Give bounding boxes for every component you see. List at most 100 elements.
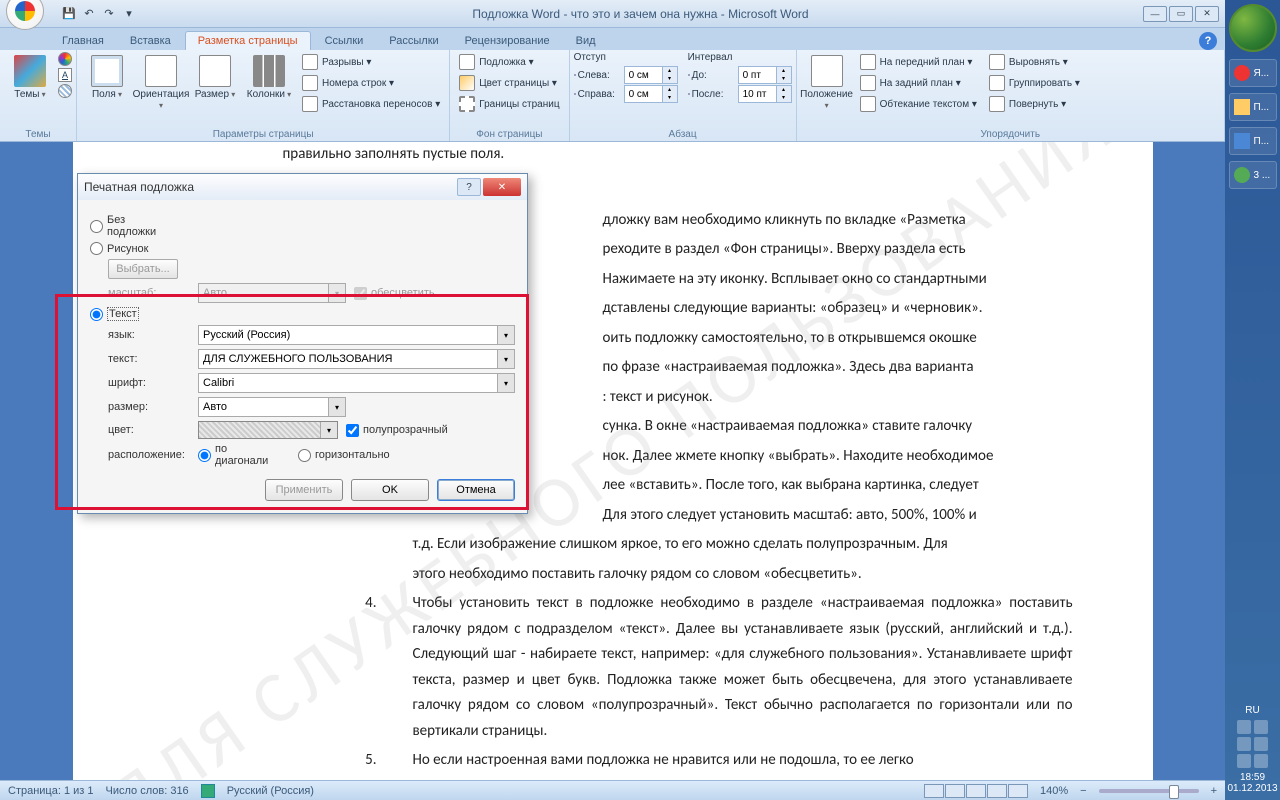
radio-diagonal[interactable]: по диагонали [198,443,280,467]
line-numbers-button[interactable]: Номера строк ▾ [297,73,445,93]
redo-button[interactable]: ↷ [100,5,118,23]
zoom-in-button[interactable]: + [1211,785,1217,797]
page-borders-button[interactable]: Границы страниц [454,94,564,114]
cancel-button[interactable]: Отмена [437,479,515,501]
start-button[interactable] [1229,4,1277,52]
themes-icon [14,55,46,87]
space-after-input[interactable]: 10 пт [738,85,792,103]
watermark-button[interactable]: Подложка ▾ [454,52,564,72]
apply-button[interactable]: Применить [265,479,343,501]
office-button[interactable] [6,0,44,30]
size-combo[interactable]: Авто [198,397,346,417]
dialog-titlebar[interactable]: Печатная подложка ? ✕ [78,174,527,200]
watermark-icon [459,54,475,70]
taskbar-item[interactable]: П... [1229,93,1277,121]
undo-button[interactable]: ↶ [80,5,98,23]
hyphenation-button[interactable]: Расстановка переносов ▾ [297,94,445,114]
taskbar-item[interactable]: 3 ... [1229,161,1277,189]
save-button[interactable]: 💾 [60,5,78,23]
text-wrap-button[interactable]: Обтекание текстом ▾ [855,94,982,114]
tab-references[interactable]: Ссылки [313,32,376,50]
bring-front-button[interactable]: На передний план ▾ [855,52,982,72]
minimize-button[interactable]: — [1143,6,1167,22]
zoom-out-button[interactable]: − [1080,785,1086,797]
taskbar-item-label: Я... [1254,68,1270,79]
status-page[interactable]: Страница: 1 из 1 [8,785,94,797]
back-icon [860,75,876,91]
btn-label: Колонки [247,89,291,100]
color-combo[interactable] [198,421,338,439]
tab-view[interactable]: Вид [564,32,608,50]
theme-fonts-button[interactable] [58,68,72,82]
zoom-slider[interactable] [1099,789,1199,793]
doc-text: 4.Чтобы установить текст в подложке необ… [413,591,1073,744]
taskbar-language[interactable]: RU [1245,705,1259,716]
size-label: размер: [108,401,190,413]
proofing-icon[interactable] [201,784,215,798]
dialog-close-button[interactable]: ✕ [483,178,521,196]
btn-label: Поля [92,89,122,100]
ok-button[interactable]: OK [351,479,429,501]
theme-effects-button[interactable] [58,84,72,98]
semitransparent-checkbox[interactable]: полупрозрачный [346,424,428,437]
margins-button[interactable]: Поля [81,52,133,103]
group-page-setup: Поля Ориентация Размер Колонки Разрывы ▾… [77,50,450,141]
tab-mailings[interactable]: Рассылки [377,32,450,50]
page-color-button[interactable]: Цвет страницы ▾ [454,73,564,93]
btn-label: Группировать ▾ [1009,78,1080,89]
breaks-button[interactable]: Разрывы ▾ [297,52,445,72]
btn-label: Ориентация [133,89,190,111]
group-themes: Темы Темы [0,50,77,141]
orientation-icon [145,55,177,87]
qat-more-button[interactable]: ▾ [120,5,138,23]
columns-button[interactable]: Колонки [243,52,295,103]
maximize-button[interactable]: ▭ [1169,6,1193,22]
status-bar: Страница: 1 из 1 Число слов: 316 Русский… [0,780,1225,800]
indent-right-input[interactable]: 0 см [624,85,678,103]
indent-left-input[interactable]: 0 см [624,66,678,84]
tab-review[interactable]: Рецензирование [453,32,562,50]
radio-picture[interactable]: Рисунок [90,242,172,255]
taskbar-item[interactable]: П... [1229,127,1277,155]
tab-insert[interactable]: Вставка [118,32,183,50]
scale-combo: Авто [198,283,346,303]
btn-label: Разрывы ▾ [322,57,371,68]
align-button[interactable]: Выровнять ▾ [984,52,1085,72]
doc-text: 5.Но если настроенная вами подложка не н… [413,748,1073,774]
group-paragraph: Отступ Слева:0 см Справа:0 см Интервал Д… [570,50,797,141]
yandex-icon [1234,65,1250,81]
status-word-count[interactable]: Число слов: 316 [106,785,189,797]
status-language[interactable]: Русский (Россия) [227,785,314,797]
radio-text[interactable]: Текст [90,307,172,321]
theme-colors-button[interactable] [58,52,72,66]
field-label: Справа: [578,89,622,100]
themes-button[interactable]: Темы [4,52,56,103]
tab-page-layout[interactable]: Разметка страницы [185,31,311,50]
clock-date: 01.12.2013 [1227,783,1277,794]
close-button[interactable]: ✕ [1195,6,1219,22]
system-tray[interactable] [1225,716,1280,772]
dialog-help-button[interactable]: ? [457,178,481,196]
send-back-button[interactable]: На задний план ▾ [855,73,982,93]
select-picture-button[interactable]: Выбрать... [108,259,178,279]
zoom-level[interactable]: 140% [1040,785,1068,797]
language-combo[interactable]: Русский (Россия) [198,325,515,345]
group-button[interactable]: Группировать ▾ [984,73,1085,93]
text-combo[interactable]: ДЛЯ СЛУЖЕБНОГО ПОЛЬЗОВАНИЯ [198,349,515,369]
taskbar-clock[interactable]: 18:59 01.12.2013 [1227,772,1277,800]
doc-text: по фразе «настраиваемая подложка». Здесь… [603,355,1073,381]
size-button[interactable]: Размер [189,52,241,103]
radio-horizontal[interactable]: горизонтально [298,449,380,462]
tab-home[interactable]: Главная [50,32,116,50]
btn-label: Номера строк ▾ [322,78,394,89]
font-combo[interactable]: Calibri [198,373,515,393]
space-before-input[interactable]: 0 пт [738,66,792,84]
view-buttons[interactable] [924,784,1028,798]
position-button[interactable]: Положение [801,52,853,114]
help-button[interactable]: ? [1199,32,1217,50]
theme-swatches [58,52,72,98]
orientation-button[interactable]: Ориентация [135,52,187,114]
rotate-button[interactable]: Повернуть ▾ [984,94,1085,114]
taskbar-item[interactable]: Я... [1229,59,1277,87]
radio-no-watermark[interactable]: Без подложки [90,214,172,238]
